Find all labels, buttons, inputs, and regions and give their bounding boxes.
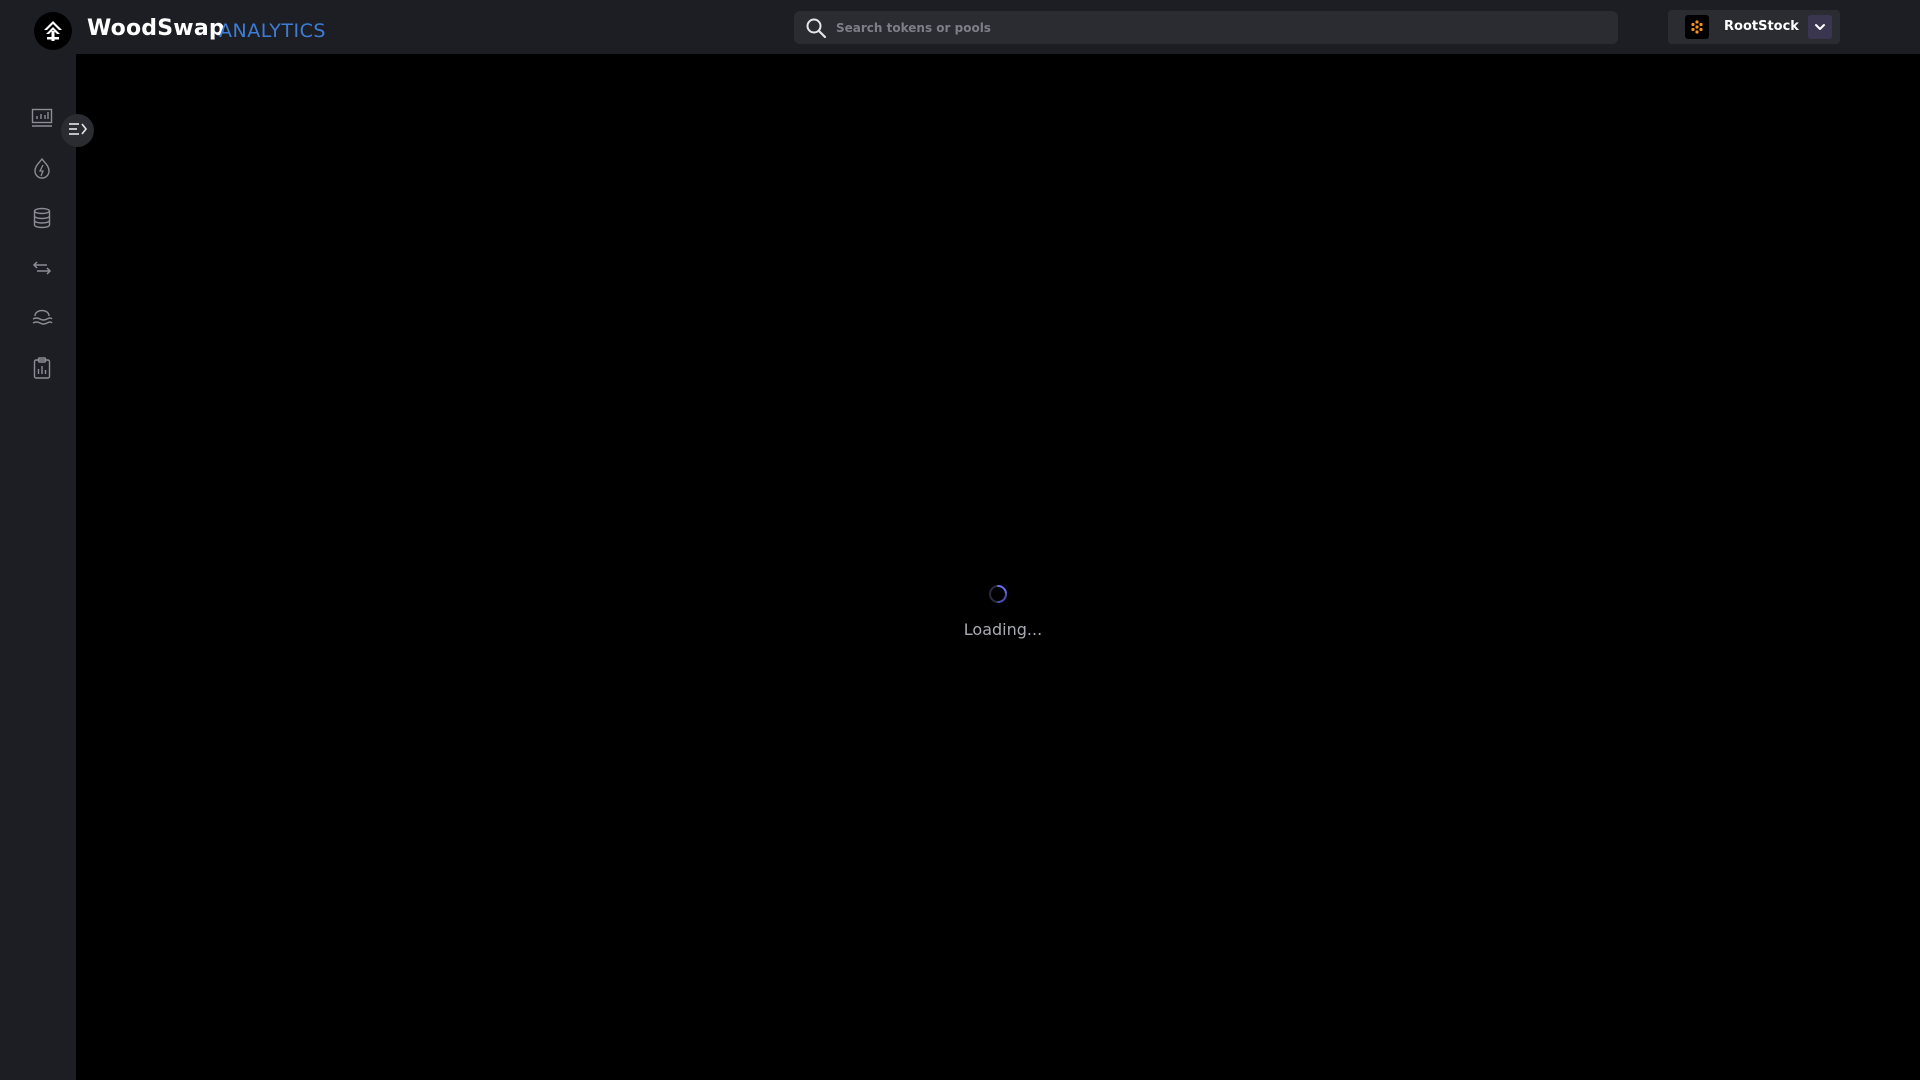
network-selector[interactable]: RootStock xyxy=(1668,10,1840,44)
brand-suffix: ANALYTICS xyxy=(219,20,326,42)
loading-indicator: Loading... xyxy=(940,580,1070,650)
swap-arrows-icon xyxy=(32,260,52,280)
expand-sidebar-icon xyxy=(68,121,88,141)
sidebar-item-overview[interactable] xyxy=(26,104,58,136)
flame-icon xyxy=(32,157,52,183)
rootstock-logo-icon xyxy=(1685,15,1709,39)
search-input[interactable] xyxy=(836,11,1618,44)
clipboard-icon xyxy=(33,357,51,383)
brand-name[interactable]: WoodSwap xyxy=(87,16,225,41)
top-bar: WoodSwap ANALYTICS RootStock xyxy=(0,0,1920,54)
chevron-down-icon[interactable] xyxy=(1808,15,1832,39)
woodswap-logo-icon[interactable] xyxy=(34,12,72,50)
chart-icon xyxy=(31,108,53,132)
search-bar[interactable] xyxy=(794,11,1618,44)
spinner-icon xyxy=(988,584,1008,604)
loading-text: Loading... xyxy=(963,620,1043,639)
sidebar xyxy=(0,54,76,1080)
sidebar-item-trending[interactable] xyxy=(26,154,58,186)
database-icon xyxy=(32,207,52,233)
sidebar-item-swaps[interactable] xyxy=(26,254,58,286)
network-name: RootStock xyxy=(1724,19,1799,34)
sidebar-item-tokens[interactable] xyxy=(26,204,58,236)
search-icon xyxy=(796,11,836,44)
sidebar-item-reports[interactable] xyxy=(26,354,58,386)
pools-icon xyxy=(31,309,53,331)
sidebar-item-pools[interactable] xyxy=(26,304,58,336)
expand-sidebar-button[interactable] xyxy=(61,114,94,147)
